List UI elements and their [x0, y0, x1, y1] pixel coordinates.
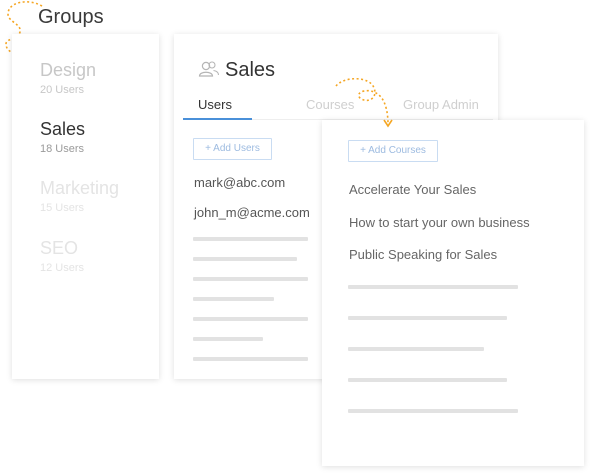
add-courses-button[interactable]: + Add Courses [348, 140, 438, 162]
group-name: Design [40, 60, 97, 80]
group-title: Sales [225, 59, 276, 81]
group-item-sales[interactable]: Sales 18 Users [40, 119, 85, 155]
placeholder-line [193, 297, 274, 301]
tab-group-admin[interactable]: Group Admin [403, 97, 479, 112]
placeholder-line [348, 285, 518, 289]
group-user-count: 18 Users [40, 143, 85, 155]
group-user-count: 20 Users [40, 84, 85, 96]
tab-users[interactable]: Users [198, 97, 232, 112]
user-email[interactable]: john_m@acme.com [194, 205, 310, 220]
course-item[interactable]: Accelerate Your Sales [349, 182, 476, 197]
placeholder-line [193, 257, 297, 261]
group-user-count: 15 Users [40, 202, 85, 214]
groups-title: Groups [38, 6, 104, 28]
placeholder-line [193, 317, 308, 321]
placeholder-line [193, 237, 308, 241]
placeholder-line [348, 409, 518, 413]
group-user-count: 12 Users [40, 262, 85, 274]
placeholder-line [348, 316, 507, 320]
users-group-icon [198, 61, 220, 77]
group-item-marketing[interactable]: Marketing 15 Users [40, 178, 119, 214]
group-item-seo[interactable]: SEO 12 Users [40, 238, 84, 274]
placeholder-line [193, 357, 308, 361]
dotted-arrow-icon [335, 77, 393, 128]
group-name: Marketing [40, 178, 120, 198]
group-name: Sales [40, 119, 86, 139]
placeholder-line [348, 347, 484, 351]
group-name: SEO [40, 238, 79, 258]
placeholder-line [193, 277, 308, 281]
placeholder-line [348, 378, 507, 382]
active-tab-indicator [183, 118, 252, 120]
courses-panel [322, 120, 584, 466]
course-item[interactable]: Public Speaking for Sales [349, 247, 497, 262]
placeholder-line [193, 337, 263, 341]
add-users-button[interactable]: + Add Users [193, 138, 272, 160]
course-item[interactable]: How to start your own business [349, 215, 530, 230]
group-item-design[interactable]: Design 20 Users [40, 60, 96, 96]
user-email[interactable]: mark@abc.com [194, 175, 285, 190]
